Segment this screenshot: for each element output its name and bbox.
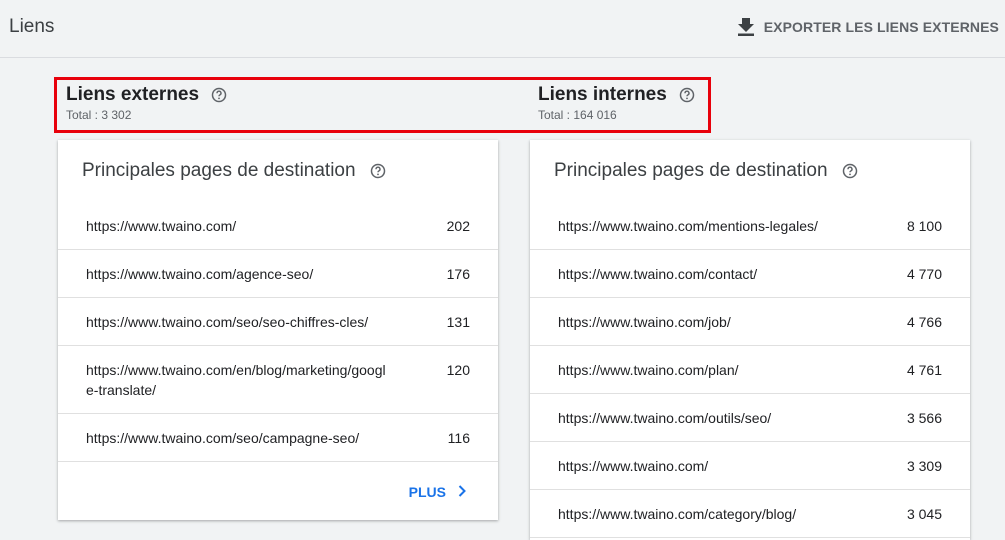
row-url: https://www.twaino.com/job/ (558, 314, 731, 330)
card-title: Principales pages de destination (554, 160, 828, 181)
row-url: https://www.twaino.com/seo/campagne-seo/ (86, 430, 360, 446)
table-row[interactable]: https://www.twaino.com/agence-seo/ 176 (58, 250, 498, 298)
row-value: 202 (446, 218, 470, 234)
row-url: https://www.twaino.com/agence-seo/ (86, 266, 314, 282)
top-pages-list: https://www.twaino.com/mentions-legales/… (530, 202, 970, 538)
row-value: 4 761 (906, 362, 942, 378)
table-row[interactable]: https://www.twaino.com/plan/ 4 761 (530, 346, 970, 394)
table-row[interactable]: https://www.twaino.com/mentions-legales/… (530, 202, 970, 250)
row-url: https://www.twaino.com/ (86, 218, 237, 234)
top-pages-list: https://www.twaino.com/ 202 https://www.… (58, 202, 498, 462)
external-links-total: Total : 3 302 (66, 108, 132, 122)
card-title: Principales pages de destination (82, 160, 356, 181)
table-row[interactable]: https://www.twaino.com/seo/seo-chiffres-… (58, 298, 498, 346)
row-url: https://www.twaino.com/contact/ (558, 266, 758, 282)
page-header: Liens EXPORTER LES LIENS EXTERNES (0, 0, 1005, 58)
row-url: https://www.twaino.com/en/blog/marketing… (86, 362, 386, 398)
row-value: 4 766 (906, 314, 942, 330)
page-title: Liens (9, 16, 55, 37)
more-button[interactable]: PLUS (409, 484, 466, 500)
internal-links-title: Liens internes (538, 84, 667, 105)
external-links-summary: Liens externes Total : 3 302 (66, 84, 227, 122)
help-circle-icon[interactable] (211, 87, 227, 103)
external-top-pages-card: Principales pages de destination https:/… (58, 140, 498, 520)
more-label: PLUS (408, 484, 446, 500)
row-value: 4 770 (906, 266, 942, 282)
row-url: https://www.twaino.com/outils/seo/ (558, 410, 772, 426)
table-row[interactable]: https://www.twaino.com/ 3 309 (530, 442, 970, 490)
help-circle-icon[interactable] (370, 163, 386, 179)
internal-top-pages-card: Principales pages de destination https:/… (530, 140, 970, 540)
row-value: 116 (447, 430, 470, 446)
help-circle-icon[interactable] (679, 87, 695, 103)
internal-links-total: Total : 164 016 (538, 108, 617, 122)
external-links-title: Liens externes (66, 84, 200, 105)
table-row[interactable]: https://www.twaino.com/ 202 (58, 202, 498, 250)
help-circle-icon[interactable] (842, 163, 858, 179)
row-url: https://www.twaino.com/category/blog/ (558, 506, 797, 522)
row-value: 176 (446, 266, 470, 282)
chevron-right-icon (458, 484, 466, 500)
download-icon (737, 18, 754, 36)
row-value: 3 309 (906, 458, 942, 474)
row-url: https://www.twaino.com/plan/ (558, 362, 739, 378)
table-row[interactable]: https://www.twaino.com/job/ 4 766 (530, 298, 970, 346)
row-url: https://www.twaino.com/seo/seo-chiffres-… (86, 314, 369, 330)
row-value: 131 (446, 314, 470, 330)
internal-links-summary: Liens internes Total : 164 016 (538, 84, 695, 122)
row-url: https://www.twaino.com/ (558, 458, 709, 474)
row-value: 3 045 (906, 506, 942, 522)
row-value: 8 100 (906, 218, 942, 234)
export-external-links-button[interactable]: EXPORTER LES LIENS EXTERNES (737, 15, 999, 39)
row-url: https://www.twaino.com/mentions-legales/ (558, 218, 818, 234)
table-row[interactable]: https://www.twaino.com/outils/seo/ 3 566 (530, 394, 970, 442)
row-value: 3 566 (906, 410, 942, 426)
export-label: EXPORTER LES LIENS EXTERNES (763, 19, 999, 35)
table-row[interactable]: https://www.twaino.com/category/blog/ 3 … (530, 490, 970, 538)
table-row[interactable]: https://www.twaino.com/seo/campagne-seo/… (58, 414, 498, 462)
row-value: 120 (446, 362, 470, 378)
table-row[interactable]: https://www.twaino.com/contact/ 4 770 (530, 250, 970, 298)
table-row[interactable]: https://www.twaino.com/en/blog/marketing… (58, 346, 498, 414)
